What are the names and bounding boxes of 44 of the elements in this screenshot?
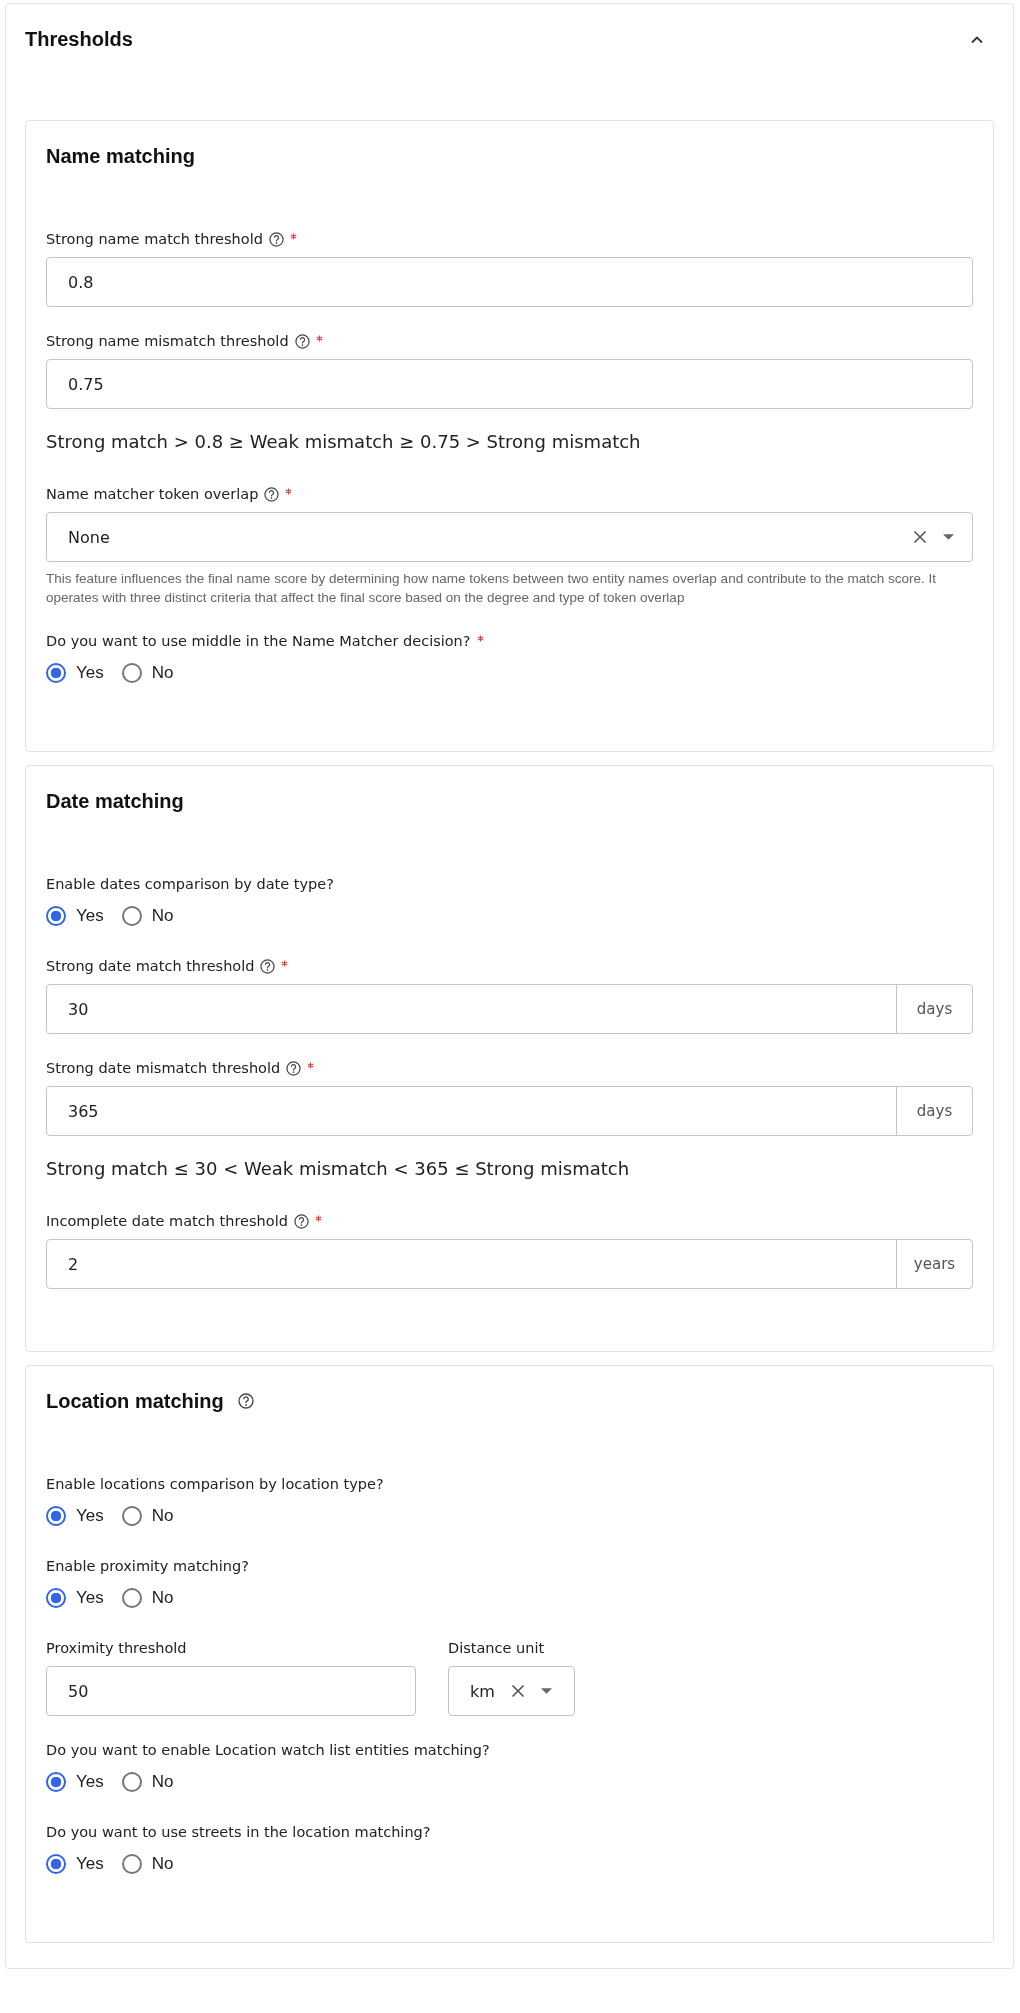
question-label: Do you want to enable Location watch list entities matching?	[46, 1742, 490, 1758]
radio-option[interactable]: No	[121, 1772, 174, 1792]
radio-option[interactable]: No	[121, 906, 174, 926]
radio-option[interactable]: Yes	[46, 1854, 104, 1874]
question-label: Do you want to use streets in the location matching?	[46, 1824, 431, 1840]
radio-option[interactable]: No	[121, 1506, 174, 1526]
field-label: Strong name match threshold	[46, 231, 263, 247]
question-label: Enable dates comparison by date type?	[46, 876, 334, 892]
radio-option[interactable]: No	[121, 663, 174, 683]
field-label: Name matcher token overlap	[46, 486, 259, 502]
field-label: Distance unit	[448, 1640, 545, 1656]
unit-addon: years	[896, 1240, 972, 1288]
unit-addon: days	[896, 1087, 972, 1135]
radio-option[interactable]: No	[121, 1854, 174, 1874]
panel-title: Thresholds	[25, 27, 133, 51]
section-title: Name matching	[46, 144, 195, 168]
section-title: Date matching	[46, 789, 184, 813]
section-title: Location matching	[46, 1389, 224, 1413]
threshold-summary: Strong match > 0.8 ≥ Weak mismatch ≥ 0.75 > Strong mismatch	[46, 431, 642, 452]
number-field[interactable]: 50	[46, 1666, 416, 1716]
question-label: Enable proximity matching?	[46, 1558, 249, 1574]
radio-option[interactable]: Yes	[46, 663, 104, 683]
number-field[interactable]: 0.75	[46, 359, 973, 409]
field-label: Strong name mismatch threshold	[46, 333, 289, 349]
question-label: Do you want to use middle in the Name Matcher decision?	[46, 633, 471, 649]
field-label: Strong date mismatch threshold	[46, 1060, 281, 1076]
help-text: This feature influences the final name score by determining how name tokens between two entity names overlap and contribute to the match score. It operates with three distinct criteria that affect the final score based on the degree and type of token overlap	[46, 570, 937, 607]
number-field[interactable]: 2 years	[46, 1239, 973, 1289]
radio-option[interactable]: Yes	[46, 1588, 104, 1608]
number-field[interactable]: 0.8	[46, 257, 973, 307]
select-field[interactable]: None	[46, 512, 973, 562]
field-label: Incomplete date match threshold	[46, 1213, 288, 1229]
field-label: Proximity threshold	[46, 1640, 187, 1656]
select-field[interactable]: km	[448, 1666, 575, 1716]
unit-addon: days	[896, 985, 972, 1033]
radio-option[interactable]: No	[121, 1588, 174, 1608]
radio-option[interactable]: Yes	[46, 1506, 104, 1526]
radio-option[interactable]: Yes	[46, 906, 104, 926]
number-field[interactable]: 30 days	[46, 984, 973, 1034]
radio-option[interactable]: Yes	[46, 1772, 104, 1792]
threshold-summary: Strong match ≤ 30 < Weak mismatch < 365 ≤ Strong mismatch	[46, 1158, 631, 1179]
question-label: Enable locations comparison by location type?	[46, 1476, 384, 1492]
field-label: Strong date match threshold	[46, 958, 255, 974]
number-field[interactable]: 365 days	[46, 1086, 973, 1136]
